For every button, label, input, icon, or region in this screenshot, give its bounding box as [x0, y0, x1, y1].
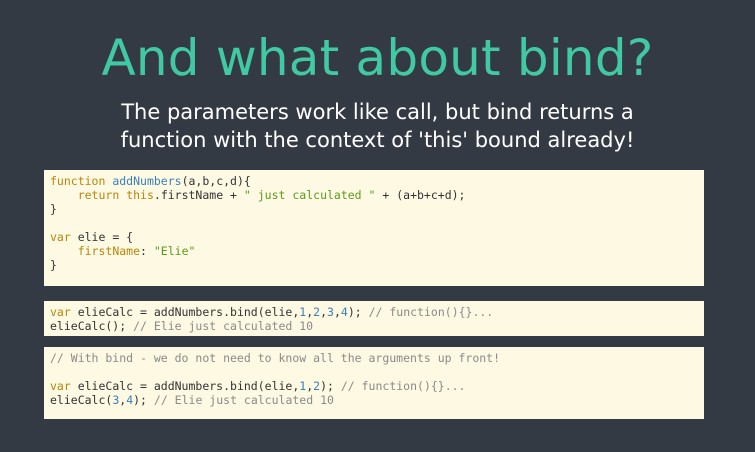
code-line: }	[50, 258, 57, 272]
code-token: );	[347, 305, 369, 319]
code-token: function	[50, 174, 106, 188]
code-token: elie = {	[70, 230, 134, 244]
code-line: var elie = {	[50, 230, 698, 244]
code-comment: // Elie just calculated 10	[133, 319, 314, 333]
code-token: " just calculated "	[243, 188, 376, 202]
subtitle-line-2: function with the context of 'this' boun…	[120, 128, 635, 152]
code-token: this	[126, 188, 154, 202]
code-token: firstName	[77, 244, 141, 258]
code-line: var elieCalc = addNumbers.bind(elie,1,2,…	[50, 305, 698, 319]
code-token: "Elie"	[153, 244, 196, 258]
code-comment: // With bind - we do not need to know al…	[50, 351, 501, 365]
code-token: .firstName +	[153, 188, 244, 202]
code-line: // With bind - we do not need to know al…	[50, 351, 698, 365]
code-token: var	[50, 230, 71, 244]
code-token: var	[50, 305, 71, 319]
code-comment: // function(){}...	[340, 379, 466, 393]
code-token: ,	[333, 305, 341, 319]
slide-title: And what about bind?	[101, 29, 654, 87]
subtitle-line-1: The parameters work like call, but bind …	[121, 100, 634, 124]
code-token: (a,b,c,d){	[181, 174, 251, 188]
code-token: elieCalc = addNumbers.bind(elie,	[70, 305, 300, 319]
code-line: function addNumbers(a,b,c,d){	[50, 174, 698, 188]
code-token: 4	[340, 305, 348, 319]
code-token: elieCalc = addNumbers.bind(elie,	[70, 379, 300, 393]
code-token: );	[320, 379, 341, 393]
code-comment: // Elie just calculated 10	[153, 393, 334, 407]
code-token: ,	[320, 305, 328, 319]
code-token: 3	[327, 305, 334, 319]
code-token: elieCalc();	[50, 319, 134, 333]
code-token: return	[77, 188, 120, 202]
code-block-bind-partial-args: // With bind - we do not need to know al…	[44, 347, 704, 419]
code-token: :	[140, 244, 154, 258]
code-line: firstName: "Elie"	[50, 244, 698, 258]
code-line: elieCalc(3,4); // Elie just calculated 1…	[50, 393, 698, 407]
code-token: );	[133, 393, 154, 407]
code-comment: // function(){}...	[368, 305, 494, 319]
code-token: addNumbers	[112, 174, 182, 188]
code-token: elieCalc(	[50, 393, 113, 407]
code-token: var	[50, 379, 71, 393]
code-line: }	[50, 202, 57, 216]
code-line: elieCalc(); // Elie just calculated 10	[50, 319, 698, 333]
code-token: + (a+b+c+d);	[375, 188, 466, 202]
code-block-bind-all-args: var elieCalc = addNumbers.bind(elie,1,2,…	[44, 301, 704, 336]
code-block-function-definition: function addNumbers(a,b,c,d){ return thi…	[44, 170, 704, 286]
slide-subtitle: The parameters work like call, but bind …	[0, 98, 755, 154]
code-line: return this.firstName + " just calculate…	[50, 188, 698, 202]
code-line: var elieCalc = addNumbers.bind(elie,1,2)…	[50, 379, 698, 393]
